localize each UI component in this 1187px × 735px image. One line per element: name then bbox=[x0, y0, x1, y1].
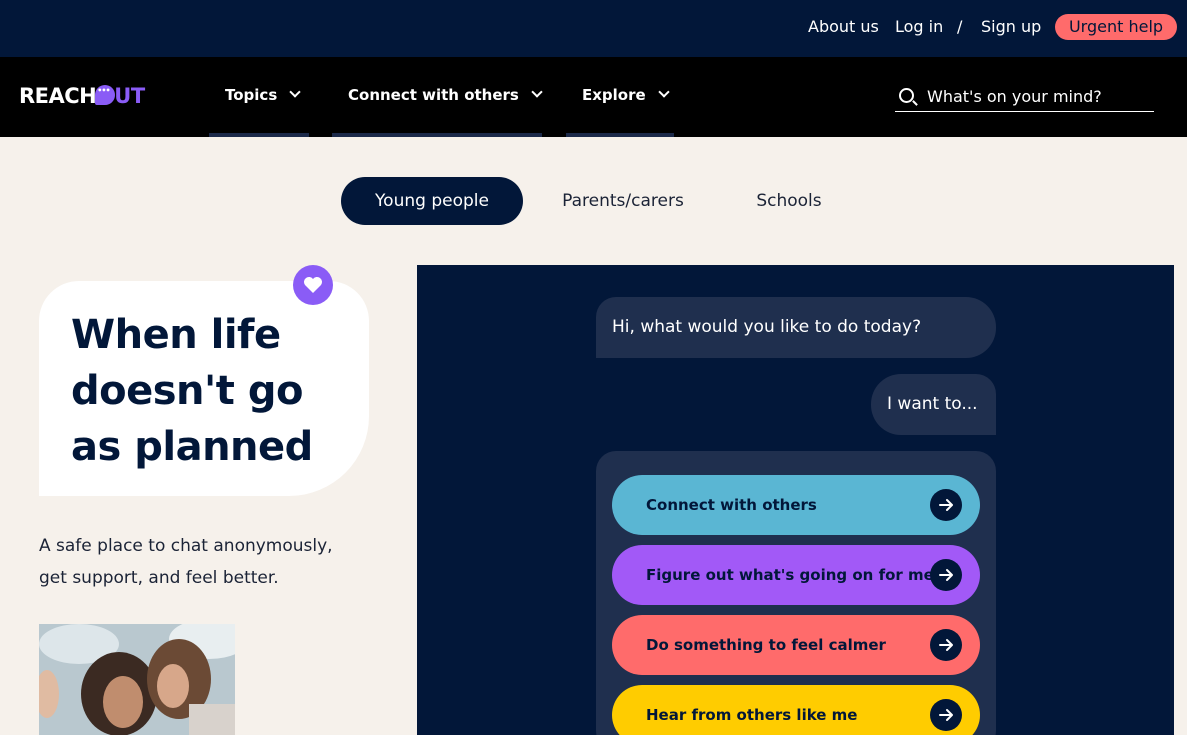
nav-item-label: Explore bbox=[582, 86, 646, 104]
auth-separator: / bbox=[957, 17, 963, 36]
page-title: When life doesn't go as planned bbox=[71, 312, 313, 470]
tab-parents-carers[interactable]: Parents/carers bbox=[543, 177, 703, 225]
arrow-right-icon bbox=[930, 559, 962, 591]
option-hear-from-others[interactable]: Hear from others like me bbox=[612, 685, 980, 735]
nav-item-connect[interactable]: Connect with others bbox=[348, 85, 543, 105]
option-feel-calmer[interactable]: Do something to feel calmer bbox=[612, 615, 980, 675]
hero-photo bbox=[39, 624, 235, 735]
logo-text-reach: REACH bbox=[19, 84, 97, 108]
logo-text-out: UT bbox=[114, 84, 145, 108]
reachout-logo[interactable]: REACH UT bbox=[19, 84, 145, 110]
option-label: Hear from others like me bbox=[646, 706, 858, 724]
chevron-down-icon bbox=[658, 86, 670, 98]
nav-item-label: Connect with others bbox=[348, 86, 519, 104]
heart-icon bbox=[304, 277, 322, 293]
option-connect-with-others[interactable]: Connect with others bbox=[612, 475, 980, 535]
option-label: Figure out what's going on for me bbox=[646, 566, 934, 584]
chevron-down-icon bbox=[531, 86, 543, 98]
arrow-right-icon bbox=[930, 629, 962, 661]
nav-underline bbox=[566, 133, 674, 137]
signup-link[interactable]: Sign up bbox=[981, 17, 1041, 37]
search-icon[interactable] bbox=[899, 88, 914, 103]
option-label: Do something to feel calmer bbox=[646, 636, 886, 654]
hero-tagline: A safe place to chat anonymously, get su… bbox=[39, 536, 333, 588]
search-box bbox=[895, 84, 1154, 112]
about-us-link[interactable]: About us bbox=[808, 17, 879, 37]
logo-chat-bubble-icon bbox=[95, 85, 116, 105]
search-input[interactable] bbox=[927, 85, 1147, 107]
nav-item-explore[interactable]: Explore bbox=[582, 85, 670, 105]
chevron-down-icon bbox=[289, 86, 301, 98]
nav-underline bbox=[209, 133, 309, 137]
arrow-right-icon bbox=[930, 699, 962, 731]
people-photo-image bbox=[39, 624, 235, 735]
option-label: Connect with others bbox=[646, 496, 817, 514]
nav-item-label: Topics bbox=[225, 86, 278, 104]
heart-badge bbox=[293, 265, 333, 305]
main-navigation: REACH UT Topics Connect with others Explo… bbox=[0, 57, 1187, 137]
top-utility-bar: About us Log in / Sign up Urgent help bbox=[0, 0, 1187, 57]
nav-underline bbox=[332, 133, 542, 137]
bot-message: Hi, what would you like to do today? bbox=[596, 297, 996, 358]
urgent-help-button[interactable]: Urgent help bbox=[1055, 14, 1177, 40]
tab-young-people[interactable]: Young people bbox=[341, 177, 523, 225]
nav-item-topics[interactable]: Topics bbox=[225, 85, 301, 105]
user-message: I want to... bbox=[871, 374, 996, 435]
hero-card: When life doesn't go as planned bbox=[39, 281, 369, 496]
arrow-right-icon bbox=[930, 489, 962, 521]
option-figure-out[interactable]: Figure out what's going on for me bbox=[612, 545, 980, 605]
tab-schools[interactable]: Schools bbox=[735, 177, 843, 225]
login-link[interactable]: Log in bbox=[895, 17, 943, 37]
